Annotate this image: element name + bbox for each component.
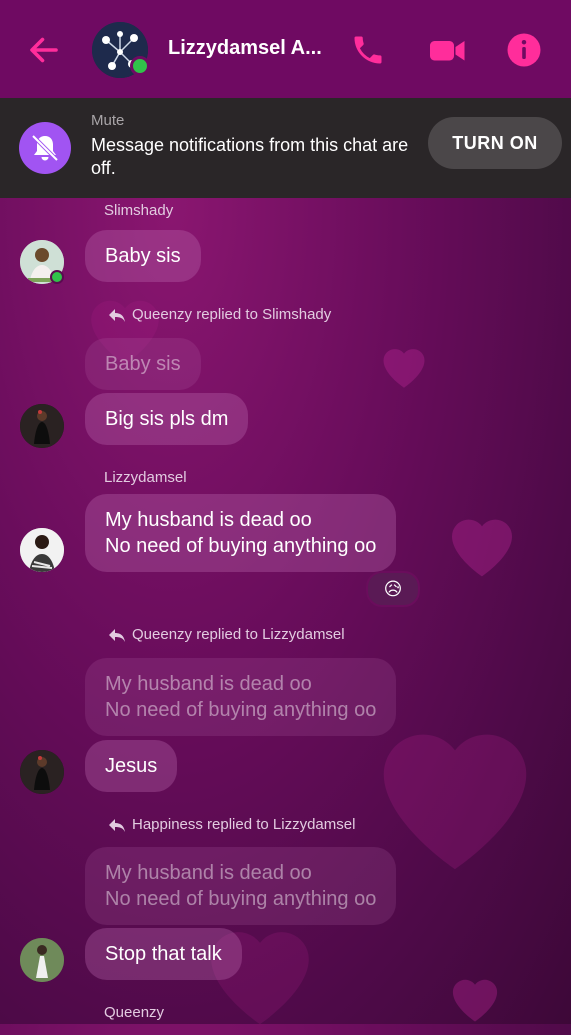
reply-arrow-icon [109, 628, 125, 642]
muted-bell-icon [19, 122, 71, 174]
reaction-badge[interactable]: 😥 [366, 571, 420, 607]
chat-header: Lizzydamsel A... [0, 0, 571, 98]
reply-note-text: Queenzy replied to Lizzydamsel [132, 626, 345, 643]
sender-name: Queenzy [104, 1004, 165, 1021]
message-bubble[interactable]: My husband is dead oo No need of buying … [85, 494, 397, 572]
quoted-message[interactable]: My husband is dead oo No need of buying … [85, 658, 397, 736]
reply-note-text: Happiness replied to Lizzydamsel [132, 816, 356, 833]
back-arrow-icon[interactable] [26, 32, 62, 68]
sender-name: Slimshady [104, 202, 174, 219]
video-call-icon[interactable] [428, 32, 468, 68]
online-indicator [50, 270, 64, 284]
info-icon[interactable] [506, 32, 542, 68]
background-heart [376, 340, 432, 390]
message-bubble[interactable]: Stop that talk [85, 928, 242, 980]
reply-note: Queenzy replied to Slimshady [108, 306, 331, 323]
quoted-line: My husband is dead oo [105, 862, 312, 884]
reply-note: Queenzy replied to Lizzydamsel [108, 626, 345, 643]
reply-note: Happiness replied to Lizzydamsel [108, 816, 355, 833]
mute-description: Message notifications from this chat are… [91, 135, 409, 178]
quoted-line: No need of buying anything oo [105, 888, 377, 910]
online-indicator [130, 56, 150, 76]
avatar[interactable] [20, 528, 64, 572]
quoted-line: My husband is dead oo [105, 673, 312, 695]
group-avatar[interactable] [92, 22, 150, 78]
background-heart [442, 505, 522, 581]
quoted-message[interactable]: Baby sis [85, 338, 201, 390]
chat-title[interactable]: Lizzydamsel A... [168, 37, 322, 60]
phone-call-icon[interactable] [350, 32, 386, 68]
quoted-message[interactable]: My husband is dead oo No need of buying … [85, 847, 397, 925]
message-line: My husband is dead oo [105, 509, 312, 531]
message-bubble[interactable]: Big sis pls dm [85, 393, 249, 445]
message-bubble[interactable]: Jesus [85, 740, 178, 792]
reply-arrow-icon [109, 818, 125, 832]
avatar[interactable] [20, 750, 64, 794]
reply-arrow-icon [109, 308, 125, 322]
message-line: No need of buying anything oo [105, 535, 377, 557]
background-heart [445, 970, 505, 1024]
avatar[interactable] [20, 404, 64, 448]
mute-label: Mute [91, 112, 125, 129]
turn-on-notifications-button[interactable]: TURN ON [428, 117, 562, 169]
reply-note-text: Queenzy replied to Slimshady [132, 306, 332, 323]
quoted-line: No need of buying anything oo [105, 699, 377, 721]
mute-banner: Mute Message notifications from this cha… [0, 98, 571, 198]
message-bubble[interactable]: Baby sis [85, 230, 201, 282]
avatar[interactable] [20, 938, 64, 982]
sender-name: Lizzydamsel [104, 469, 187, 486]
